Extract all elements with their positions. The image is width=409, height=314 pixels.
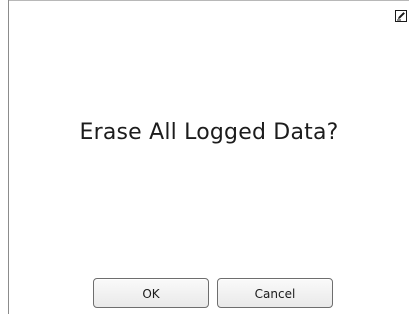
edit-icon[interactable] [395,10,407,22]
cancel-button[interactable]: Cancel [217,278,333,308]
erase-dialog: Erase All Logged Data? OK Cancel [0,0,409,314]
erase-prompt: Erase All Logged Data? [79,120,339,145]
top-border [8,0,409,1]
left-border [8,0,9,314]
ok-button[interactable]: OK [93,278,209,308]
